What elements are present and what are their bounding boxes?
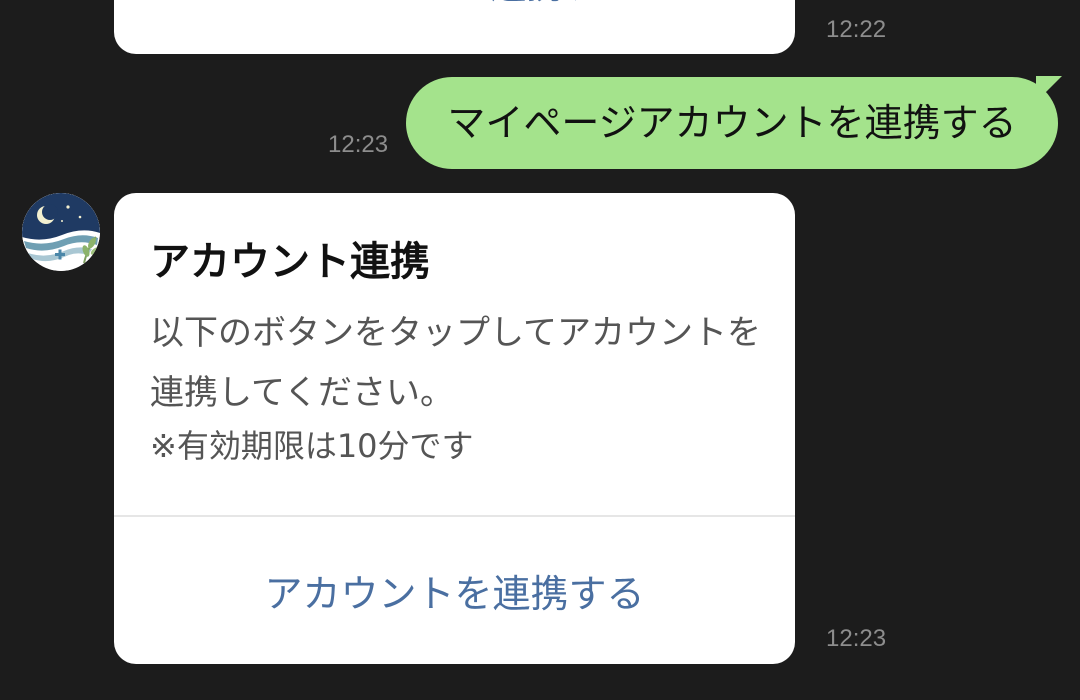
card-expiry-note: ※有効期限は10分です	[150, 427, 474, 465]
link-account-button[interactable]: アカウントを連携する	[114, 517, 795, 664]
user-message-text: マイページアカウントを連携する	[447, 101, 1017, 145]
message-timestamp: 12:23	[826, 625, 887, 652]
user-message-bubble[interactable]: マイページアカウントを連携する	[406, 77, 1058, 169]
card-description: 以下のボタンをタップしてアカウントを連携してください。	[150, 313, 761, 413]
card-title: アカウント連携	[150, 239, 430, 285]
previous-account-link-card: アカウントを連携する	[114, 0, 795, 54]
message-timestamp: 12:23	[328, 131, 389, 158]
bot-avatar[interactable]	[22, 193, 100, 271]
message-timestamp: 12:22	[826, 16, 887, 43]
moon-wave-leaf-logo-icon	[22, 193, 100, 271]
account-link-card: アカウント連携 以下のボタンをタップしてアカウントを連携してください。 ※有効期…	[114, 193, 795, 664]
chat-thread: アカウントを連携する 12:22 12:23 マイページアカウントを連携する ア	[0, 0, 1080, 700]
link-account-button-label: アカウントを連携する	[264, 572, 645, 616]
previous-link-account-button[interactable]: アカウントを連携する	[114, 0, 795, 10]
